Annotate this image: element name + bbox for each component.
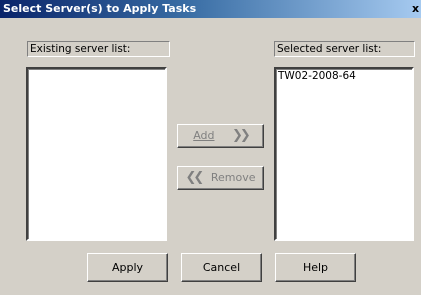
- apply-button[interactable]: Apply: [87, 253, 168, 282]
- dialog-title: Select Server(s) to Apply Tasks: [3, 2, 197, 15]
- remove-label: Remove: [210, 171, 256, 184]
- close-icon[interactable]: x: [410, 2, 421, 16]
- help-button[interactable]: Help: [275, 253, 356, 282]
- selected-list-label: Selected server list:: [274, 41, 415, 57]
- list-item[interactable]: TW02-2008-64: [276, 69, 412, 83]
- double-chevron-left-icon: ❮❮: [185, 170, 205, 185]
- remove-button[interactable]: ❮❮ Remove: [177, 166, 264, 190]
- add-button[interactable]: Add ❯❯: [177, 124, 264, 148]
- existing-server-list[interactable]: [26, 67, 167, 241]
- double-chevron-right-icon: ❯❯: [232, 128, 251, 143]
- selected-server-list[interactable]: TW02-2008-64: [274, 67, 414, 241]
- add-label: Add: [193, 129, 215, 142]
- title-bar[interactable]: Select Server(s) to Apply Tasks x: [0, 0, 421, 18]
- dialog-window: Select Server(s) to Apply Tasks x Existi…: [0, 0, 421, 295]
- cancel-button[interactable]: Cancel: [181, 253, 262, 282]
- existing-list-label: Existing server list:: [27, 41, 170, 57]
